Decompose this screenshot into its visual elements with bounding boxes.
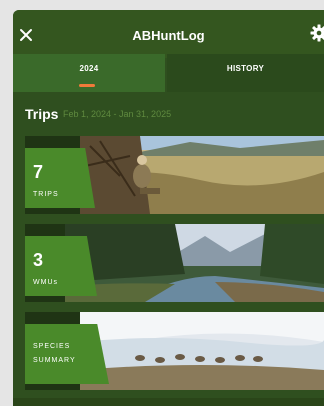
trips-heading: Trips [25, 106, 59, 122]
species-label-line1: SPECIES [33, 343, 71, 350]
wmus-badge: 3 WMUs [25, 236, 97, 296]
species-badge: SPECIES SUMMARY [25, 324, 109, 384]
wmus-label: WMUs [33, 279, 58, 286]
bottom-edge [13, 398, 324, 406]
wmus-count: 3 [33, 250, 44, 270]
species-label: SPECIES SUMMARY [33, 340, 76, 368]
tab-2024-label: 2024 [79, 64, 99, 73]
sheep-herd-photo [80, 312, 324, 390]
trips-label: TRIPS [33, 191, 59, 198]
wmus-card[interactable]: 3 WMUs [25, 224, 324, 302]
species-summary-card[interactable]: SPECIES SUMMARY [25, 312, 324, 390]
tab-history[interactable]: HISTORY [167, 54, 324, 92]
river-valley-photo [65, 224, 324, 302]
app-title: ABHuntLog [132, 28, 205, 43]
gear-icon [310, 24, 324, 42]
trips-date-range: Feb 1, 2024 - Jan 31, 2025 [63, 109, 172, 119]
settings-button[interactable] [310, 24, 324, 42]
tab-2024[interactable]: 2024 [13, 54, 165, 92]
trips-card[interactable]: 7 TRIPS [25, 136, 324, 214]
trips-badge: 7 TRIPS [25, 148, 95, 208]
species-label-line2: SUMMARY [33, 357, 76, 364]
active-tab-indicator [79, 84, 95, 87]
trips-count: 7 [33, 162, 44, 182]
app-screen: ABHuntLog 2024 HISTORY Trips Feb 1, 2024… [13, 10, 324, 406]
season-tabs: 2024 HISTORY [13, 54, 324, 92]
app-bar: ABHuntLog [13, 10, 324, 58]
tab-history-label: HISTORY [226, 64, 265, 73]
hunter-photo [80, 136, 324, 214]
